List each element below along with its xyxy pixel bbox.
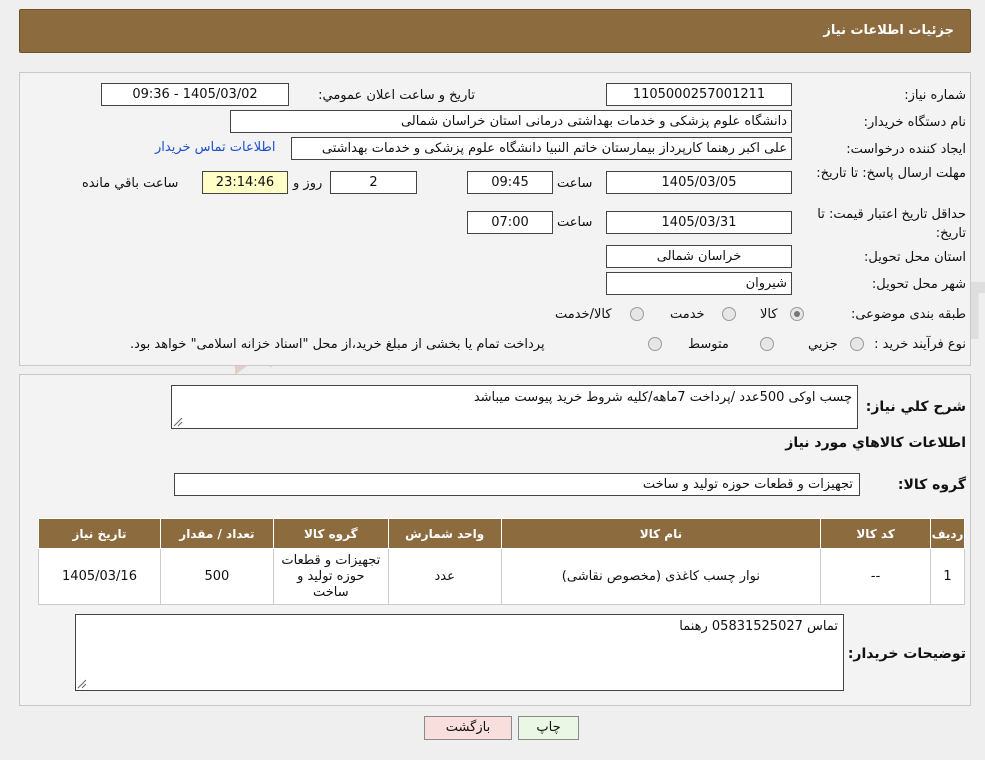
category-option-goods: کالا: [760, 307, 778, 322]
cell-name: نوار چسب کاغذی (مخصوص نقاشی): [500, 548, 822, 605]
province-label: استان محل تحویل:: [864, 250, 966, 265]
description-textarea[interactable]: چسب اوکی 500عدد /پرداخت 7ماهه/کلیه شروط …: [171, 385, 858, 429]
category-option-service: خدمت: [670, 307, 705, 322]
header-group: گروه کالا: [272, 518, 389, 549]
buyer-notes-label: توضیحات خریدار:: [847, 646, 966, 662]
need-number-label: شماره نیاز:: [904, 88, 966, 103]
category-option-goods-service: کالا/خدمت: [555, 307, 612, 322]
header-name: نام کالا: [500, 518, 822, 549]
price-validity-label: حداقل تاریخ اعتبار قیمت: تا تاریخ:: [817, 207, 966, 241]
need-number-field[interactable]: 1105000257001211: [606, 83, 792, 106]
reply-deadline-label: مهلت ارسال پاسخ: تا تاریخ:: [816, 166, 966, 181]
process-label: نوع فرآیند خرید :: [874, 337, 966, 352]
category-radio-goods[interactable]: [790, 307, 804, 321]
reply-date-field[interactable]: 1405/03/05: [606, 171, 792, 194]
buyer-org-field[interactable]: دانشگاه علوم پزشکی و خدمات بهداشتی درمان…: [230, 110, 792, 133]
header-date: تاریخ نیاز: [38, 518, 161, 549]
description-resize-handle-icon[interactable]: [173, 417, 183, 427]
process-option-medium: متوسط: [688, 337, 729, 352]
header-qty: تعداد / مقدار: [160, 518, 274, 549]
price-date-field[interactable]: 1405/03/31: [606, 211, 792, 234]
buyer-contact-link[interactable]: اطلاعات تماس خریدار: [155, 140, 275, 155]
category-radio-goods-service[interactable]: [630, 307, 644, 321]
buyer-org-label: نام دستگاه خریدار:: [863, 115, 966, 130]
cell-qty: 500: [160, 548, 274, 605]
back-button[interactable]: بازگشت: [424, 716, 512, 740]
goods-info-title: اطلاعات کالاهاي مورد نياز: [785, 435, 966, 451]
goods-table: رديف کد کالا نام کالا واحد شمارش گروه کا…: [38, 518, 965, 605]
process-note: پرداخت تمام یا بخشی از مبلغ خرید،از محل …: [130, 337, 545, 352]
creator-field[interactable]: علی اکبر رهنما کارپرداز بیمارستان خاتم ا…: [291, 137, 792, 160]
page-title: جزئیات اطلاعات نیاز: [823, 23, 954, 38]
reply-time-label: ساعت: [557, 176, 593, 191]
process-radio-minor[interactable]: [850, 337, 864, 351]
announce-datetime-field[interactable]: 1405/03/02 - 09:36: [101, 83, 289, 106]
page-header: جزئیات اطلاعات نیاز: [19, 9, 971, 53]
province-field[interactable]: خراسان شمالی: [606, 245, 792, 268]
goods-group-field[interactable]: تجهیزات و قطعات حوزه تولید و ساخت: [174, 473, 860, 496]
cell-row-number: 1: [930, 548, 965, 605]
buyer-notes-resize-handle-icon[interactable]: [77, 679, 87, 689]
description-label: شرح کلي نياز:: [865, 399, 966, 415]
category-radio-service[interactable]: [722, 307, 736, 321]
goods-group-label: گروه کالا:: [897, 477, 966, 493]
days-label: روز و: [293, 176, 323, 191]
price-time-field[interactable]: 07:00: [467, 211, 553, 234]
table-row: 1 -- نوار چسب کاغذی (مخصوص نقاشی) عدد تج…: [38, 548, 965, 605]
city-field[interactable]: شیروان: [606, 272, 792, 295]
buyer-notes-textarea[interactable]: تماس 05831525027 رهنما: [75, 614, 844, 691]
remaining-time-field: 23:14:46: [202, 171, 288, 194]
days-field[interactable]: 2: [330, 171, 417, 194]
process-radio-medium[interactable]: [760, 337, 774, 351]
cell-unit: عدد: [387, 548, 502, 605]
price-time-label: ساعت: [557, 215, 593, 230]
process-radio-treasury[interactable]: [648, 337, 662, 351]
header-code: کد کالا: [820, 518, 932, 549]
header-row-number: رديف: [930, 518, 965, 549]
creator-label: ایجاد کننده درخواست:: [846, 142, 966, 157]
cell-code: --: [820, 548, 932, 605]
print-button[interactable]: چاپ: [518, 716, 579, 740]
category-label: طبقه بندی موضوعی:: [850, 307, 966, 322]
remaining-time-label: ساعت باقي مانده: [82, 176, 179, 191]
reply-time-field[interactable]: 09:45: [467, 171, 553, 194]
city-label: شهر محل تحویل:: [871, 277, 966, 292]
goods-table-header-row: رديف کد کالا نام کالا واحد شمارش گروه کا…: [38, 518, 965, 549]
header-unit: واحد شمارش: [387, 518, 502, 549]
process-option-minor: جزيي: [808, 337, 838, 352]
cell-date: 1405/03/16: [38, 548, 161, 605]
announce-label: تاریخ و ساعت اعلان عمومي:: [318, 88, 475, 103]
cell-group: تجهیزات و قطعات حوزه تولید و ساخت: [272, 548, 389, 605]
